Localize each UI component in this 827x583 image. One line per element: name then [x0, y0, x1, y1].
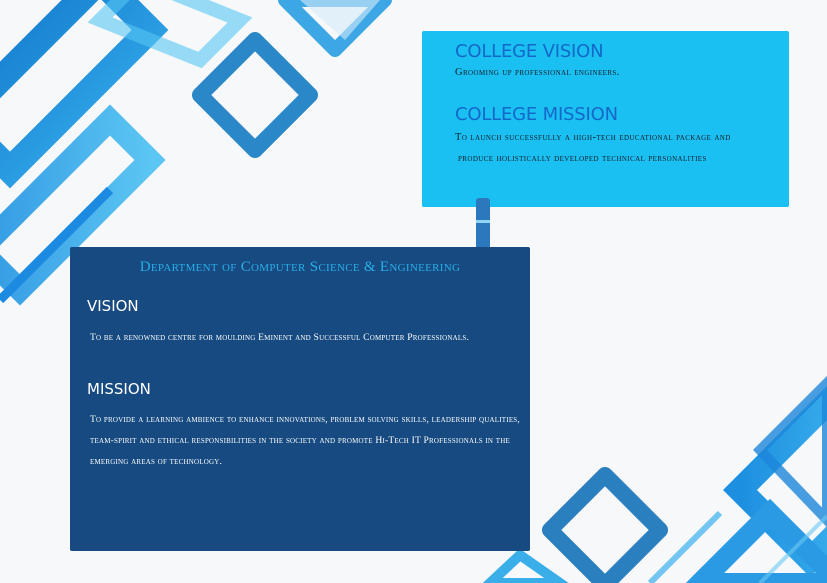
- connector-notch: [476, 220, 490, 223]
- bottom-right-diamond-frames: [482, 375, 827, 583]
- college-mission-heading: COLLEGE MISSION: [455, 104, 618, 125]
- department-vision-heading: VISION: [87, 297, 139, 315]
- college-vision-heading: COLLEGE VISION: [455, 41, 604, 62]
- college-vision-text: Grooming up professional engineers.: [455, 67, 620, 78]
- college-mission-text-line1: To launch successfully a high-tech educa…: [455, 132, 731, 143]
- department-mission-text: To provide a learning ambience to enhanc…: [90, 414, 520, 467]
- department-vision-text: To be a renowned centre for moulding Emi…: [90, 332, 470, 343]
- top-center-diamond: [278, 0, 392, 57]
- college-vision-mission-panel: COLLEGE VISION Grooming up professional …: [422, 31, 789, 207]
- department-mission-heading: MISSION: [87, 380, 151, 398]
- department-vision-mission-panel: Department of Computer Science & Enginee…: [70, 247, 530, 551]
- panel-connector: [476, 198, 490, 254]
- department-title: Department of Computer Science & Enginee…: [139, 259, 461, 275]
- top-left-small-diamond: [192, 32, 318, 158]
- college-mission-text-line2: produce holistically developed technical…: [458, 153, 707, 164]
